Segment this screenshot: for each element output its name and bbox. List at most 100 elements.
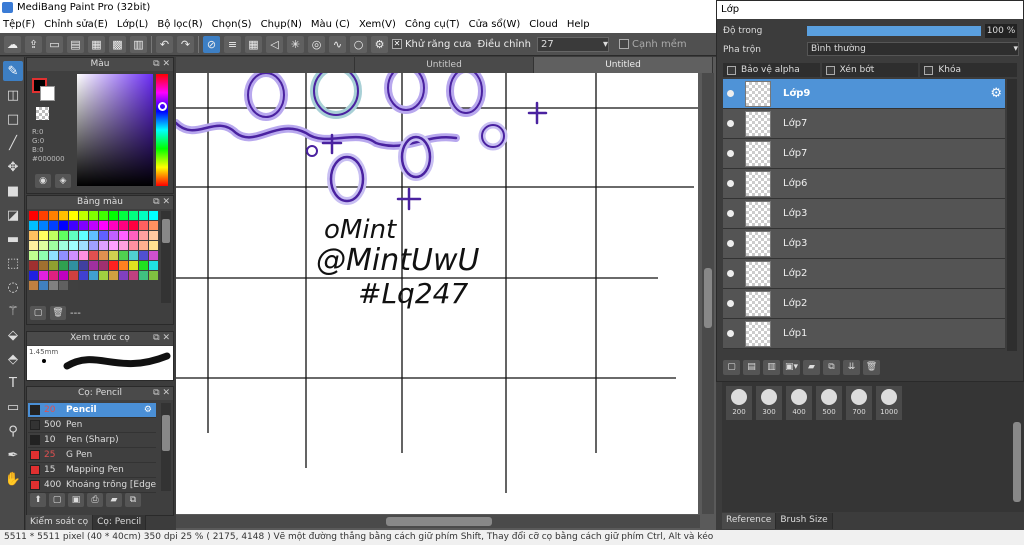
hue-slider-handle[interactable] <box>158 102 167 111</box>
color-swatch[interactable] <box>29 231 38 240</box>
select-eraser-icon[interactable]: ⬘ <box>3 349 23 369</box>
color-swatch[interactable] <box>49 281 58 290</box>
color-swatch[interactable] <box>89 211 98 220</box>
lasso-icon[interactable]: ◌ <box>3 277 23 297</box>
brush-size-preset[interactable]: 1000 <box>876 386 902 420</box>
layer-item[interactable]: Lớp6 <box>723 169 1005 199</box>
color-swatch[interactable] <box>99 241 108 250</box>
color-swatch[interactable] <box>69 261 78 270</box>
rectangle-tool-icon[interactable]: □ <box>3 109 23 129</box>
layer-item[interactable]: Lớp3 <box>723 229 1005 259</box>
color-swatch[interactable] <box>69 251 78 260</box>
transparent-color-swatch[interactable] <box>36 107 49 120</box>
color-swatch[interactable] <box>29 251 38 260</box>
color-swatch[interactable] <box>39 231 48 240</box>
color-swatch[interactable] <box>119 221 128 230</box>
color-swatch[interactable] <box>69 221 78 230</box>
color-swatch[interactable] <box>39 261 48 270</box>
duplicate-icon[interactable]: ⧉ <box>125 493 141 507</box>
redo-icon[interactable]: ↷ <box>177 35 194 53</box>
color-swatch[interactable] <box>149 261 158 270</box>
soft-edge-checkbox[interactable] <box>618 39 629 49</box>
layer-item[interactable]: Lớp7 <box>723 139 1005 169</box>
brush-upload-icon[interactable]: ⬆ <box>30 493 46 507</box>
drawing-canvas[interactable]: oMint @MintUwU #Lq247 <box>176 73 698 514</box>
color-swatch[interactable] <box>59 221 68 230</box>
color-swatch[interactable] <box>99 231 108 240</box>
cloud-icon[interactable]: ☁ <box>4 35 21 53</box>
new-layer-icon[interactable]: ▢ <box>723 360 740 375</box>
frame-icon[interactable]: ▥ <box>130 35 147 53</box>
color-swatch[interactable] <box>59 251 68 260</box>
right-panel-scrollbar[interactable] <box>1011 382 1023 512</box>
color-swatch[interactable] <box>39 221 48 230</box>
color-swatch[interactable] <box>69 271 78 280</box>
visibility-icon[interactable] <box>727 150 734 157</box>
layer-item[interactable]: Lớp3 <box>723 199 1005 229</box>
brush-item-pen[interactable]: 500 Pen <box>28 418 156 433</box>
color-swatch[interactable] <box>89 251 98 260</box>
color-swatch[interactable] <box>149 211 158 220</box>
delete-swatch-icon[interactable]: 🗑 <box>50 306 66 320</box>
layer-item[interactable]: Lớp2 <box>723 289 1005 319</box>
layer-item[interactable]: Lớp9 ⚙ <box>723 79 1005 109</box>
panel-buttons[interactable]: ⧉ ✕ <box>153 332 170 345</box>
color-swatch[interactable] <box>59 281 68 290</box>
color-swatch[interactable] <box>89 271 98 280</box>
circle-snap-icon[interactable]: ◎ <box>308 35 325 53</box>
color-swatch[interactable] <box>119 271 128 280</box>
color-swatch[interactable] <box>49 241 58 250</box>
merge-layer-icon[interactable]: ⇊ <box>843 360 860 375</box>
grid-icon[interactable]: ▩ <box>109 35 126 53</box>
ellipse-snap-icon[interactable]: ○ <box>350 35 367 53</box>
tab-reference[interactable]: Reference <box>722 513 777 529</box>
color-swatch[interactable] <box>49 231 58 240</box>
curve-snap-icon[interactable]: ∿ <box>329 35 346 53</box>
color-swatch[interactable] <box>49 211 58 220</box>
menu-filter[interactable]: Bộ lọc(R) <box>157 19 202 30</box>
brush-item-edge[interactable]: 400 Khoảng trống [Edge ] <box>28 478 156 493</box>
tab-brush-size[interactable]: Brush Size <box>776 513 833 529</box>
color-history-icon[interactable]: ◈ <box>55 174 71 188</box>
brush-list-scrollbar[interactable] <box>161 403 171 491</box>
note-icon[interactable]: ▤ <box>67 35 84 53</box>
menu-layer[interactable]: Lớp(L) <box>117 19 148 30</box>
correction-select[interactable]: 27 ▾ <box>536 36 609 52</box>
brush-item-pencil[interactable]: 20 Pencil ⚙ <box>28 403 156 418</box>
clipping-checkbox[interactable] <box>825 65 835 75</box>
color-swatch[interactable] <box>119 231 128 240</box>
color-swatch[interactable] <box>99 261 108 270</box>
menu-window[interactable]: Cửa sổ(W) <box>469 19 521 30</box>
menu-color[interactable]: Màu (C) <box>311 19 350 30</box>
saturation-value-picker[interactable] <box>77 74 153 186</box>
color-swatch[interactable] <box>79 231 88 240</box>
menu-view[interactable]: Xem(V) <box>359 19 396 30</box>
color-swatch[interactable] <box>149 271 158 280</box>
panel-icon[interactable]: ▦ <box>88 35 105 53</box>
color-swatch[interactable] <box>129 251 138 260</box>
duplicate-layer-icon[interactable]: ⧉ <box>823 360 840 375</box>
lock-checkbox[interactable] <box>924 65 934 75</box>
visibility-icon[interactable] <box>727 210 734 217</box>
color-swatch[interactable] <box>149 251 158 260</box>
menu-help[interactable]: Help <box>567 19 590 30</box>
visibility-icon[interactable] <box>727 180 734 187</box>
color-swatch[interactable] <box>109 271 118 280</box>
color-swatch[interactable] <box>129 241 138 250</box>
color-swatch[interactable] <box>79 241 88 250</box>
brush-item-g-pen[interactable]: 25 G Pen <box>28 448 156 463</box>
menu-snap[interactable]: Chụp(N) <box>261 19 302 30</box>
color-swatch[interactable] <box>29 281 38 290</box>
color-swatch[interactable] <box>59 241 68 250</box>
line-tool-icon[interactable]: ╱ <box>3 133 23 153</box>
color-swatch[interactable] <box>99 251 108 260</box>
menu-select[interactable]: Chọn(S) <box>212 19 252 30</box>
new-swatch-icon[interactable]: ▢ <box>30 306 46 320</box>
select-rect-icon[interactable]: ⬚ <box>3 253 23 273</box>
color-swatch[interactable] <box>99 211 108 220</box>
protect-alpha-checkbox[interactable] <box>727 65 736 75</box>
folder-icon[interactable]: ▰ <box>803 360 820 375</box>
brush-size-preset[interactable]: 500 <box>816 386 842 420</box>
color-swatch[interactable] <box>69 281 78 290</box>
color-swatch[interactable] <box>49 221 58 230</box>
